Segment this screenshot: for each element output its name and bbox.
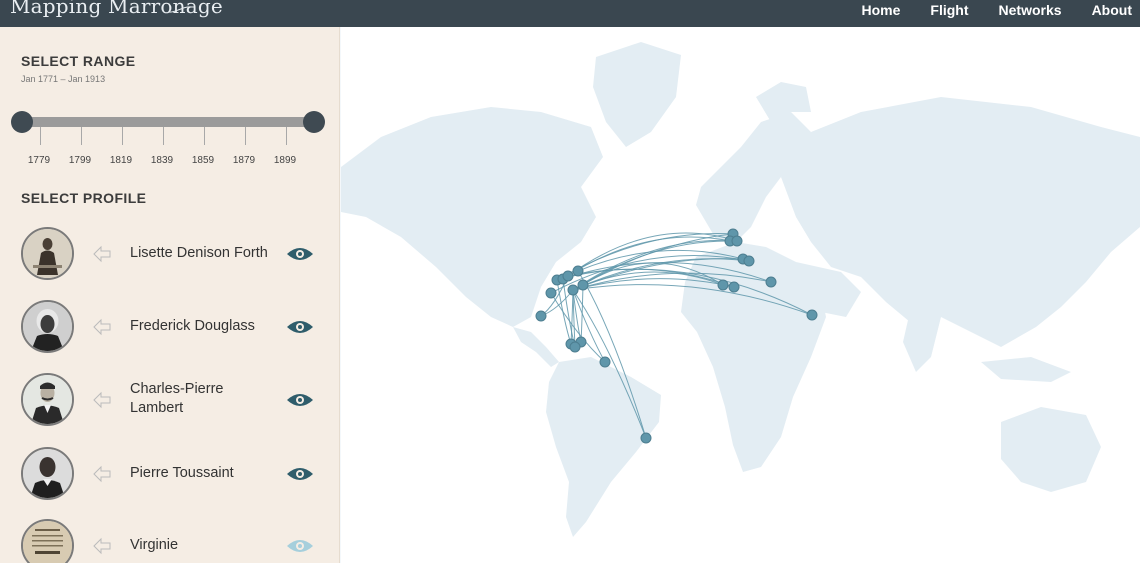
place-marker[interactable] [545, 287, 557, 299]
range-end-handle[interactable] [303, 111, 325, 133]
profile-name: Pierre Toussaint [130, 465, 234, 481]
avatar [21, 447, 74, 500]
top-navigation-bar: Mapping Marronage Home Flight Networks A… [0, 0, 1140, 27]
land-masses [341, 42, 1140, 537]
profile-name: Charles-Pierre Lambert [130, 381, 224, 416]
nav-flight[interactable]: Flight [930, 0, 968, 22]
profile-virginie[interactable]: Virginie [0, 519, 339, 563]
select-range-heading: SELECT RANGE [21, 53, 136, 69]
drag-handle-icon[interactable] [92, 390, 112, 410]
place-marker[interactable] [731, 235, 743, 247]
place-marker[interactable] [562, 270, 574, 282]
slider-tick [122, 127, 123, 145]
drag-handle-icon[interactable] [92, 536, 112, 556]
select-profile-heading: SELECT PROFILE [21, 190, 147, 206]
place-marker[interactable] [765, 276, 777, 288]
map-canvas[interactable] [341, 27, 1140, 563]
nav-about[interactable]: About [1092, 0, 1132, 22]
place-marker[interactable] [599, 356, 611, 368]
portrait-icon [23, 229, 72, 278]
document-thumbnail-icon [23, 521, 72, 563]
avatar [21, 227, 74, 280]
profile-name: Virginie [130, 537, 179, 553]
place-marker[interactable] [572, 265, 584, 277]
profile-name: Lisette Denison Forth [130, 245, 268, 261]
place-marker[interactable] [717, 279, 729, 291]
place-marker[interactable] [640, 432, 652, 444]
portrait-icon [23, 449, 72, 498]
drag-handle-icon[interactable] [92, 244, 112, 264]
place-marker[interactable] [806, 309, 818, 321]
profile-name: Frederick Douglass [130, 318, 255, 334]
place-marker[interactable] [577, 279, 589, 291]
tick-label: 1859 [191, 155, 215, 166]
range-value: Jan 1771 – Jan 1913 [21, 74, 106, 84]
profile-lisette-denison-forth[interactable]: Lisette Denison Forth [0, 227, 339, 287]
eye-icon[interactable] [286, 245, 314, 263]
logo-swash-icon [168, 6, 193, 13]
drag-handle-icon[interactable] [92, 317, 112, 337]
profile-charles-pierre-lambert[interactable]: Charles-Pierre Lambert [0, 373, 339, 433]
place-marker[interactable] [567, 284, 579, 296]
tick-label: 1779 [27, 155, 51, 166]
avatar [21, 300, 74, 353]
tick-label: 1879 [232, 155, 256, 166]
slider-tick [163, 127, 164, 145]
place-marker[interactable] [569, 341, 581, 353]
eye-icon[interactable] [286, 318, 314, 336]
place-marker[interactable] [743, 255, 755, 267]
range-start-handle[interactable] [11, 111, 33, 133]
avatar [21, 519, 74, 563]
world-map[interactable] [341, 27, 1140, 563]
avatar [21, 373, 74, 426]
slider-tick [40, 127, 41, 145]
slider-tick [204, 127, 205, 145]
drag-handle-icon[interactable] [92, 464, 112, 484]
eye-icon[interactable] [286, 537, 314, 555]
profile-pierre-toussaint[interactable]: Pierre Toussaint [0, 447, 339, 507]
slider-tick [81, 127, 82, 145]
nav-networks[interactable]: Networks [999, 0, 1062, 22]
place-marker[interactable] [535, 310, 547, 322]
profile-frederick-douglass[interactable]: Frederick Douglass [0, 300, 339, 360]
nav-home[interactable]: Home [862, 0, 901, 22]
slider-tick [245, 127, 246, 145]
tick-label: 1839 [150, 155, 174, 166]
main-nav: Home Flight Networks About [832, 0, 1132, 22]
sidebar: SELECT RANGE Jan 1771 – Jan 1913 1779 17… [0, 27, 340, 563]
range-slider-track[interactable] [22, 117, 314, 127]
tick-label: 1799 [68, 155, 92, 166]
tick-label: 1899 [273, 155, 297, 166]
eye-icon[interactable] [286, 465, 314, 483]
tick-label: 1819 [109, 155, 133, 166]
portrait-icon [23, 375, 72, 424]
eye-icon[interactable] [286, 391, 314, 409]
portrait-icon [23, 302, 72, 351]
slider-tick [286, 127, 287, 145]
place-marker[interactable] [728, 281, 740, 293]
